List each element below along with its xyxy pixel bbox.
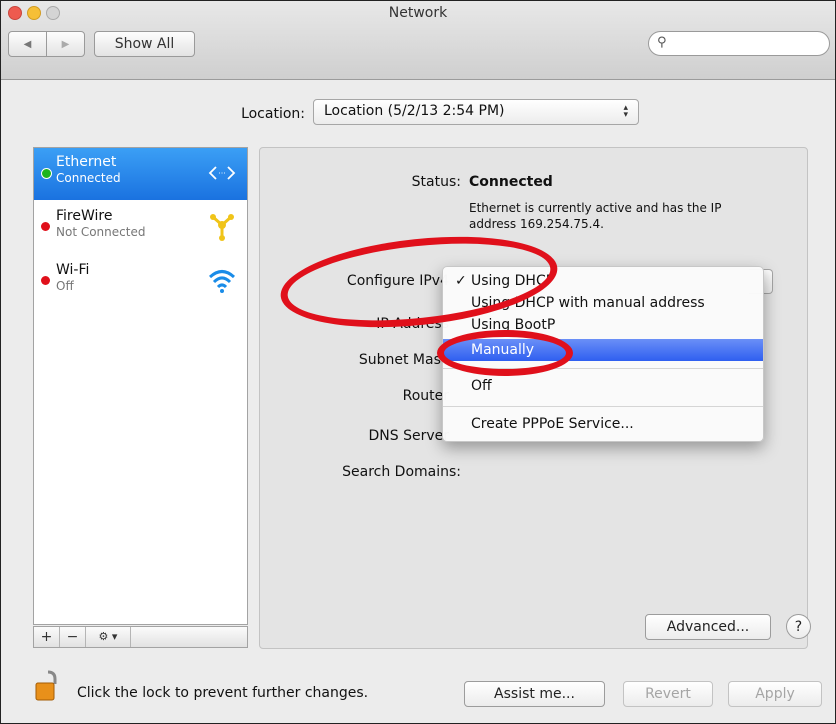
title-bar: Network ◀ ▶ Show All ⚲	[1, 1, 835, 80]
window-title: Network	[388, 5, 448, 21]
location-label: Location:	[241, 106, 305, 122]
action-menu-button[interactable]: ⚙ ▾	[86, 627, 131, 647]
service-status: Not Connected	[56, 225, 146, 239]
lock-icon[interactable]	[35, 668, 61, 702]
menu-item-off[interactable]: Off	[443, 375, 763, 397]
apply-button[interactable]: Apply	[728, 681, 822, 707]
add-service-button[interactable]: +	[34, 627, 60, 647]
chevron-right-icon: ▶	[61, 38, 70, 50]
dns-server-label: DNS Server	[368, 428, 450, 444]
status-dot	[41, 168, 52, 179]
show-all-button[interactable]: Show All	[94, 31, 195, 57]
back-button[interactable]: ◀	[8, 31, 47, 57]
service-wifi[interactable]: Wi-Fi Off	[34, 256, 247, 308]
wifi-icon	[207, 266, 237, 296]
location-value: Location (5/2/13 2:54 PM)	[324, 103, 505, 119]
service-ethernet[interactable]: Ethernet Connected ···	[34, 148, 247, 200]
forward-button[interactable]: ▶	[46, 31, 85, 57]
router-label: Router	[402, 388, 449, 404]
menu-item-create-pppoe[interactable]: Create PPPoE Service...	[443, 413, 763, 435]
service-list-toolbar: + − ⚙ ▾	[33, 626, 248, 648]
service-name: Ethernet	[56, 154, 117, 170]
network-window: Network ◀ ▶ Show All ⚲ Location: Locatio…	[0, 0, 836, 724]
svg-text:···: ···	[218, 169, 226, 178]
service-status: Off	[56, 279, 74, 293]
advanced-button[interactable]: Advanced...	[645, 614, 771, 640]
location-popup[interactable]: Location (5/2/13 2:54 PM) ▴ ▾	[313, 99, 639, 125]
status-description-line2: address 169.254.75.4.	[469, 217, 604, 231]
assist-me-button[interactable]: Assist me...	[464, 681, 605, 707]
remove-service-button[interactable]: −	[60, 627, 86, 647]
status-label: Status:	[411, 174, 461, 190]
search-input[interactable]: ⚲	[648, 31, 830, 56]
service-list: Ethernet Connected ··· FireWire Not Conn…	[33, 147, 248, 625]
revert-button[interactable]: Revert	[623, 681, 713, 707]
subnet-mask-label: Subnet Mask	[358, 352, 449, 368]
status-value: Connected	[469, 174, 553, 190]
search-icon: ⚲	[657, 35, 667, 50]
ethernet-icon: ···	[207, 158, 237, 188]
service-firewire[interactable]: FireWire Not Connected	[34, 202, 247, 254]
service-name: FireWire	[56, 208, 113, 224]
status-dot	[41, 276, 50, 285]
status-dot	[41, 222, 50, 231]
search-domains-label: Search Domains:	[342, 464, 461, 480]
status-description-line1: Ethernet is currently active and has the…	[469, 201, 722, 215]
up-down-arrows-icon: ▴ ▾	[623, 103, 628, 120]
lock-message: Click the lock to prevent further change…	[77, 685, 369, 701]
service-name: Wi-Fi	[56, 262, 90, 278]
firewire-icon	[207, 212, 237, 242]
help-button[interactable]: ?	[786, 614, 811, 639]
service-status: Connected	[56, 171, 121, 185]
chevron-left-icon: ◀	[23, 38, 32, 50]
annotation-circle-manually	[437, 330, 573, 376]
menu-separator	[443, 406, 763, 407]
